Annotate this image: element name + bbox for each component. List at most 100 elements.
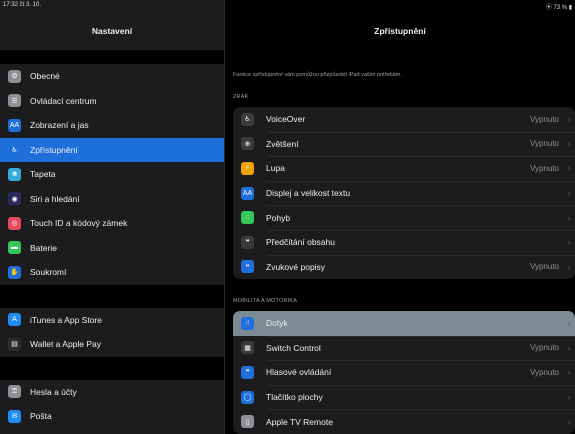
chevron-right-icon: › xyxy=(567,342,571,353)
section-header: MOBILITA A MOTORIKA xyxy=(233,298,298,304)
row-remote[interactable]: ▯ Apple TV Remote › xyxy=(233,409,575,434)
row-value: Vypnuto xyxy=(529,114,559,124)
sidebar-item-label: Wallet a Apple Pay xyxy=(30,339,102,350)
sidebar-item-label: Touch ID a kódový zámek xyxy=(30,218,128,229)
sidebar-item-gear[interactable]: ⚙ Obecné xyxy=(0,64,224,89)
wallpaper-icon: ❀ xyxy=(8,167,21,181)
sidebar-item-display[interactable]: AA Zobrazení a jas xyxy=(0,113,224,138)
sidebar-group: ⚙ Obecné ☰ Ovládací centrum AA Zobrazení a ja… xyxy=(0,64,224,285)
row-label: Lupa xyxy=(266,163,285,174)
sidebar-item-label: Ovládací centrum xyxy=(30,95,97,106)
row-label: Zvukové popisy xyxy=(266,261,326,272)
sidebar-item-label: Pošta xyxy=(30,411,52,422)
sidebar-item-label: Hesla a účty xyxy=(30,386,77,397)
row-home-button[interactable]: ◯ Tlačítko plochy › xyxy=(233,384,575,410)
status-indicators: ⦿ 73 % ▮ xyxy=(545,5,572,11)
settings-group: ☝ Dotyk › ▦ Switch Control Vypnuto › ❝ Hlasové o… xyxy=(233,311,575,434)
sidebar-item-mail[interactable]: ✉ Pošta xyxy=(0,404,224,429)
sidebar-item-privacy[interactable]: ✋ Soukromí xyxy=(0,260,224,285)
row-zoom[interactable]: ⊕ Zvětšení Vypnuto › xyxy=(233,131,575,157)
row-voiceover[interactable]: ♿ VoiceOver Vypnuto › xyxy=(233,107,575,132)
home-button-icon: ◯ xyxy=(241,390,254,404)
chevron-right-icon: › xyxy=(567,367,571,378)
mail-icon: ✉ xyxy=(8,409,21,423)
sidebar-item-contacts[interactable]: ☺Kontakty xyxy=(0,429,224,434)
motion-icon: ◌ xyxy=(241,211,254,225)
row-label: Dotyk xyxy=(266,318,288,329)
section-header: ZRAK xyxy=(233,94,249,100)
sidebar-title: Nastavení xyxy=(91,26,133,36)
sidebar-group: AiTunes a App Store ▤ Wallet a Apple Pay xyxy=(0,307,224,357)
sidebar-item-wallet[interactable]: ▤ Wallet a Apple Pay xyxy=(0,332,224,357)
row-label: Předčítání obsahu xyxy=(266,237,335,248)
zoom-icon: ⊕ xyxy=(241,137,254,151)
row-label: Displej a velikost textu xyxy=(266,188,351,199)
chevron-right-icon: › xyxy=(567,188,571,199)
row-value: Vypnuto xyxy=(529,163,559,173)
sidebar-item-touch-id[interactable]: ◎ Touch ID a kódový zámek xyxy=(0,211,224,236)
sidebar-group-separator xyxy=(0,50,224,64)
row-label: Tlačítko plochy xyxy=(266,392,323,403)
sidebar-item-wallpaper[interactable]: ❀ Tapeta xyxy=(0,162,224,187)
page-title: Zpřístupnění xyxy=(374,26,426,36)
sidebar-group-separator xyxy=(0,356,224,380)
accessibility-icon: ♿ xyxy=(8,143,21,157)
sidebar-list: ⚙ Obecné ☰ Ovládací centrum AA Zobrazení a ja… xyxy=(0,50,224,434)
chevron-right-icon: › xyxy=(567,163,571,174)
sidebar-group: ⚿ Hesla a účty ✉ Pošta ☺Kontakty xyxy=(0,379,224,434)
row-switch-control[interactable]: ▦ Switch Control Vypnuto › xyxy=(233,335,575,361)
status-time: 17:32 čt 3. 10. xyxy=(3,2,42,8)
control-center-icon: ☰ xyxy=(8,94,21,108)
chevron-right-icon: › xyxy=(567,416,571,427)
sidebar-item-label: Zobrazení a jas xyxy=(30,120,89,131)
touch-id-icon: ◎ xyxy=(8,216,21,230)
sidebar-item-battery[interactable]: ▬ Baterie xyxy=(0,236,224,261)
voiceover-icon: ♿ xyxy=(241,112,254,126)
sidebar: Nastavení ⚙ Obecné ☰ Ovládací centrum AA Zobr… xyxy=(0,0,224,434)
row-display-text[interactable]: AA Displej a velikost textu › xyxy=(233,180,575,206)
app-store-icon: A xyxy=(8,313,21,327)
row-label: Apple TV Remote xyxy=(266,416,333,427)
row-value: Vypnuto xyxy=(529,262,559,272)
battery-icon: ▬ xyxy=(8,241,21,255)
sidebar-item-label: iTunes a App Store xyxy=(30,314,102,325)
siri-icon: ◉ xyxy=(8,192,21,206)
audio-descriptions-icon: ❝ xyxy=(241,260,254,274)
row-motion[interactable]: ◌ Pohyb › xyxy=(233,205,575,230)
sidebar-item-app-store[interactable]: AiTunes a App Store xyxy=(0,308,224,333)
display-text-icon: AA xyxy=(241,186,254,200)
row-speech[interactable]: ❝ Předčítání obsahu › xyxy=(233,229,575,255)
sidebar-item-label: Zpřístupnění xyxy=(30,144,78,155)
remote-icon: ▯ xyxy=(241,415,254,429)
row-audio-descriptions[interactable]: ❝ Zvukové popisy Vypnuto › xyxy=(233,254,575,280)
display-icon: AA xyxy=(8,118,21,132)
chevron-right-icon: › xyxy=(567,261,571,272)
chevron-right-icon: › xyxy=(567,392,571,403)
sidebar-item-accessibility[interactable]: ♿ Zpřístupnění xyxy=(0,137,224,162)
sidebar-item-siri[interactable]: ◉ Siri a hledání xyxy=(0,187,224,212)
chevron-right-icon: › xyxy=(567,138,571,149)
row-value: Vypnuto xyxy=(529,367,559,377)
row-value: Vypnuto xyxy=(529,139,559,149)
row-label: Zvětšení xyxy=(266,138,299,149)
sidebar-item-key[interactable]: ⚿ Hesla a účty xyxy=(0,380,224,405)
row-label: Switch Control xyxy=(266,342,321,353)
page-description: Funkce zpřístupnění vám pomůžou přizpůso… xyxy=(233,72,402,78)
privacy-icon: ✋ xyxy=(8,265,21,279)
sidebar-item-control-center[interactable]: ☰ Ovládací centrum xyxy=(0,89,224,114)
row-value: Vypnuto xyxy=(529,343,559,353)
wallet-icon: ▤ xyxy=(8,337,21,351)
row-magnifier[interactable]: ⌕ Lupa Vypnuto › xyxy=(233,156,575,181)
sidebar-item-label: Siri a hledání xyxy=(30,193,80,204)
chevron-right-icon: › xyxy=(567,237,571,248)
switch-control-icon: ▦ xyxy=(241,341,254,355)
sidebar-group-separator xyxy=(0,284,224,308)
row-touch[interactable]: ☝ Dotyk › xyxy=(233,311,575,336)
sidebar-item-label: Tapeta xyxy=(30,169,56,180)
sidebar-item-label: Soukromí xyxy=(30,267,67,278)
row-label: VoiceOver xyxy=(266,114,306,125)
row-voice-control[interactable]: ❝ Hlasové ovládání Vypnuto › xyxy=(233,360,575,385)
chevron-right-icon: › xyxy=(567,212,571,223)
sidebar-item-label: Obecné xyxy=(30,71,60,82)
row-label: Pohyb xyxy=(266,212,291,223)
